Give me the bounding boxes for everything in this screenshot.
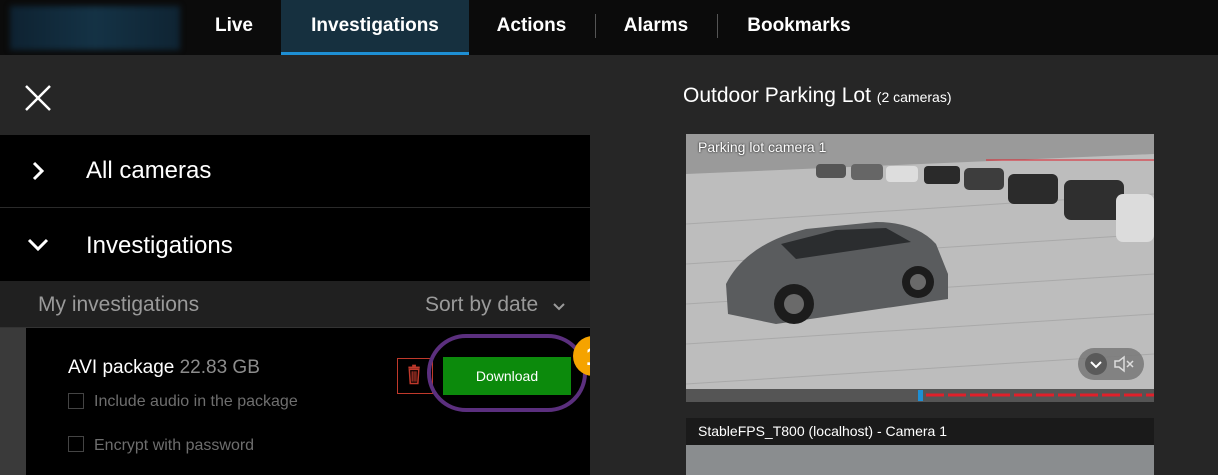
nav-divider: [717, 14, 718, 38]
top-nav-bar: Live Investigations Actions Alarms Bookm…: [0, 0, 1218, 55]
include-audio-checkbox[interactable]: [68, 393, 84, 409]
list-header: My investigations Sort by date: [0, 281, 590, 328]
chevron-down-icon[interactable]: [552, 302, 566, 312]
section-label: Investigations: [86, 232, 233, 259]
encrypt-password-checkbox[interactable]: [68, 436, 84, 452]
section-all-cameras[interactable]: All cameras: [0, 135, 590, 208]
view-name: Outdoor Parking Lot: [683, 84, 871, 107]
video-controls-icons: [1085, 353, 1134, 375]
package-title: AVI package 22.83 GB: [68, 357, 260, 379]
list-item-selection-strip: [0, 328, 26, 475]
include-audio-label: Include audio in the package: [94, 393, 298, 410]
camera-feed-image: [686, 445, 1154, 475]
section-label: All cameras: [86, 157, 212, 184]
view-camera-count: (2 cameras): [876, 89, 952, 105]
video-controls: [1078, 348, 1144, 380]
section-investigations[interactable]: Investigations: [0, 208, 590, 281]
highlight-ring: [427, 334, 587, 412]
tab-investigations[interactable]: Investigations: [281, 0, 469, 55]
tab-alarms[interactable]: Alarms: [598, 0, 714, 55]
tab-live[interactable]: Live: [188, 0, 280, 55]
camera-name: Parking lot camera 1: [698, 139, 827, 155]
sort-dropdown[interactable]: Sort by date: [425, 293, 538, 317]
close-icon[interactable]: [22, 82, 54, 114]
camera-tile[interactable]: Parking lot camera 1: [686, 134, 1154, 402]
tab-actions[interactable]: Actions: [470, 0, 593, 55]
chevron-right-icon: [32, 161, 45, 181]
package-size: 22.83 GB: [179, 357, 260, 378]
encrypt-password-label: Encrypt with password: [94, 437, 255, 454]
chevron-down-icon: [27, 238, 49, 252]
view-title: Outdoor Parking Lot (2 cameras): [683, 84, 951, 108]
camera-name: StableFPS_T800 (localhost) - Camera 1: [698, 423, 947, 439]
package-name: AVI package: [68, 357, 175, 378]
logo: [10, 6, 180, 50]
list-title: My investigations: [38, 293, 200, 316]
nav-divider: [595, 14, 596, 38]
tab-bookmarks[interactable]: Bookmarks: [720, 0, 878, 55]
